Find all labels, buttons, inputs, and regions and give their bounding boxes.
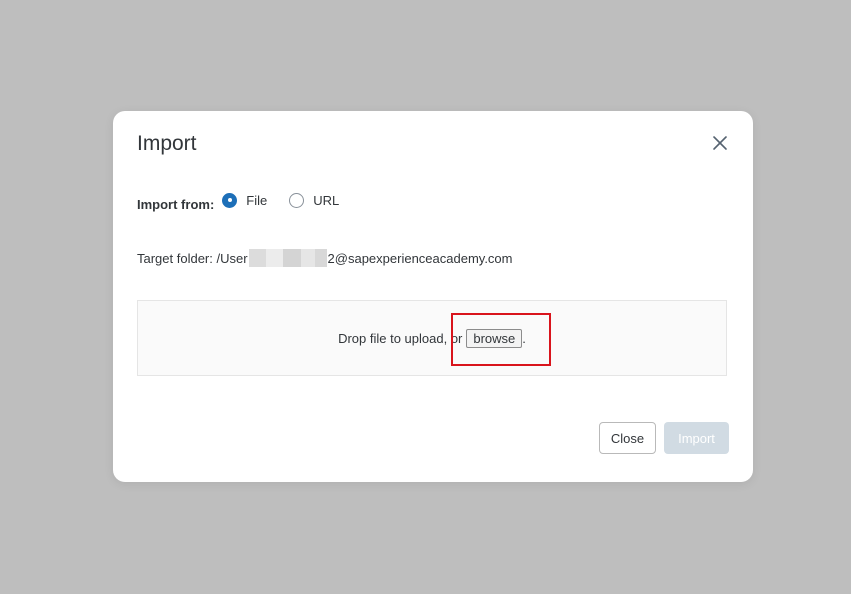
file-dropzone[interactable]: Drop file to upload, or browse . [137, 300, 727, 376]
import-from-row: Import from: File URL [137, 189, 361, 212]
radio-file-label: File [246, 192, 268, 208]
radio-url[interactable] [289, 192, 305, 208]
import-dialog: Import Import from: File URL Target fold… [113, 111, 753, 482]
radio-file[interactable] [222, 192, 238, 208]
redacted-region [248, 249, 327, 267]
dialog-title: Import [137, 132, 197, 155]
target-folder-suffix: 2@sapexperienceacademy.com [327, 250, 513, 266]
dropzone-text: Drop file to upload, or [338, 330, 463, 346]
close-icon[interactable] [711, 134, 729, 152]
browse-button[interactable]: browse [466, 328, 523, 348]
import-button[interactable]: Import [664, 422, 729, 454]
radio-option-file[interactable]: File [222, 192, 268, 208]
target-folder-prefix: Target folder: /User [137, 250, 248, 266]
close-button[interactable]: Close [599, 422, 656, 454]
radio-option-url[interactable]: URL [289, 192, 340, 208]
dropzone-trailing: . [522, 330, 526, 346]
import-from-label: Import from: [137, 196, 215, 212]
target-folder: Target folder: /User 2@sapexperienceacad… [137, 249, 513, 267]
radio-url-label: URL [313, 192, 340, 208]
